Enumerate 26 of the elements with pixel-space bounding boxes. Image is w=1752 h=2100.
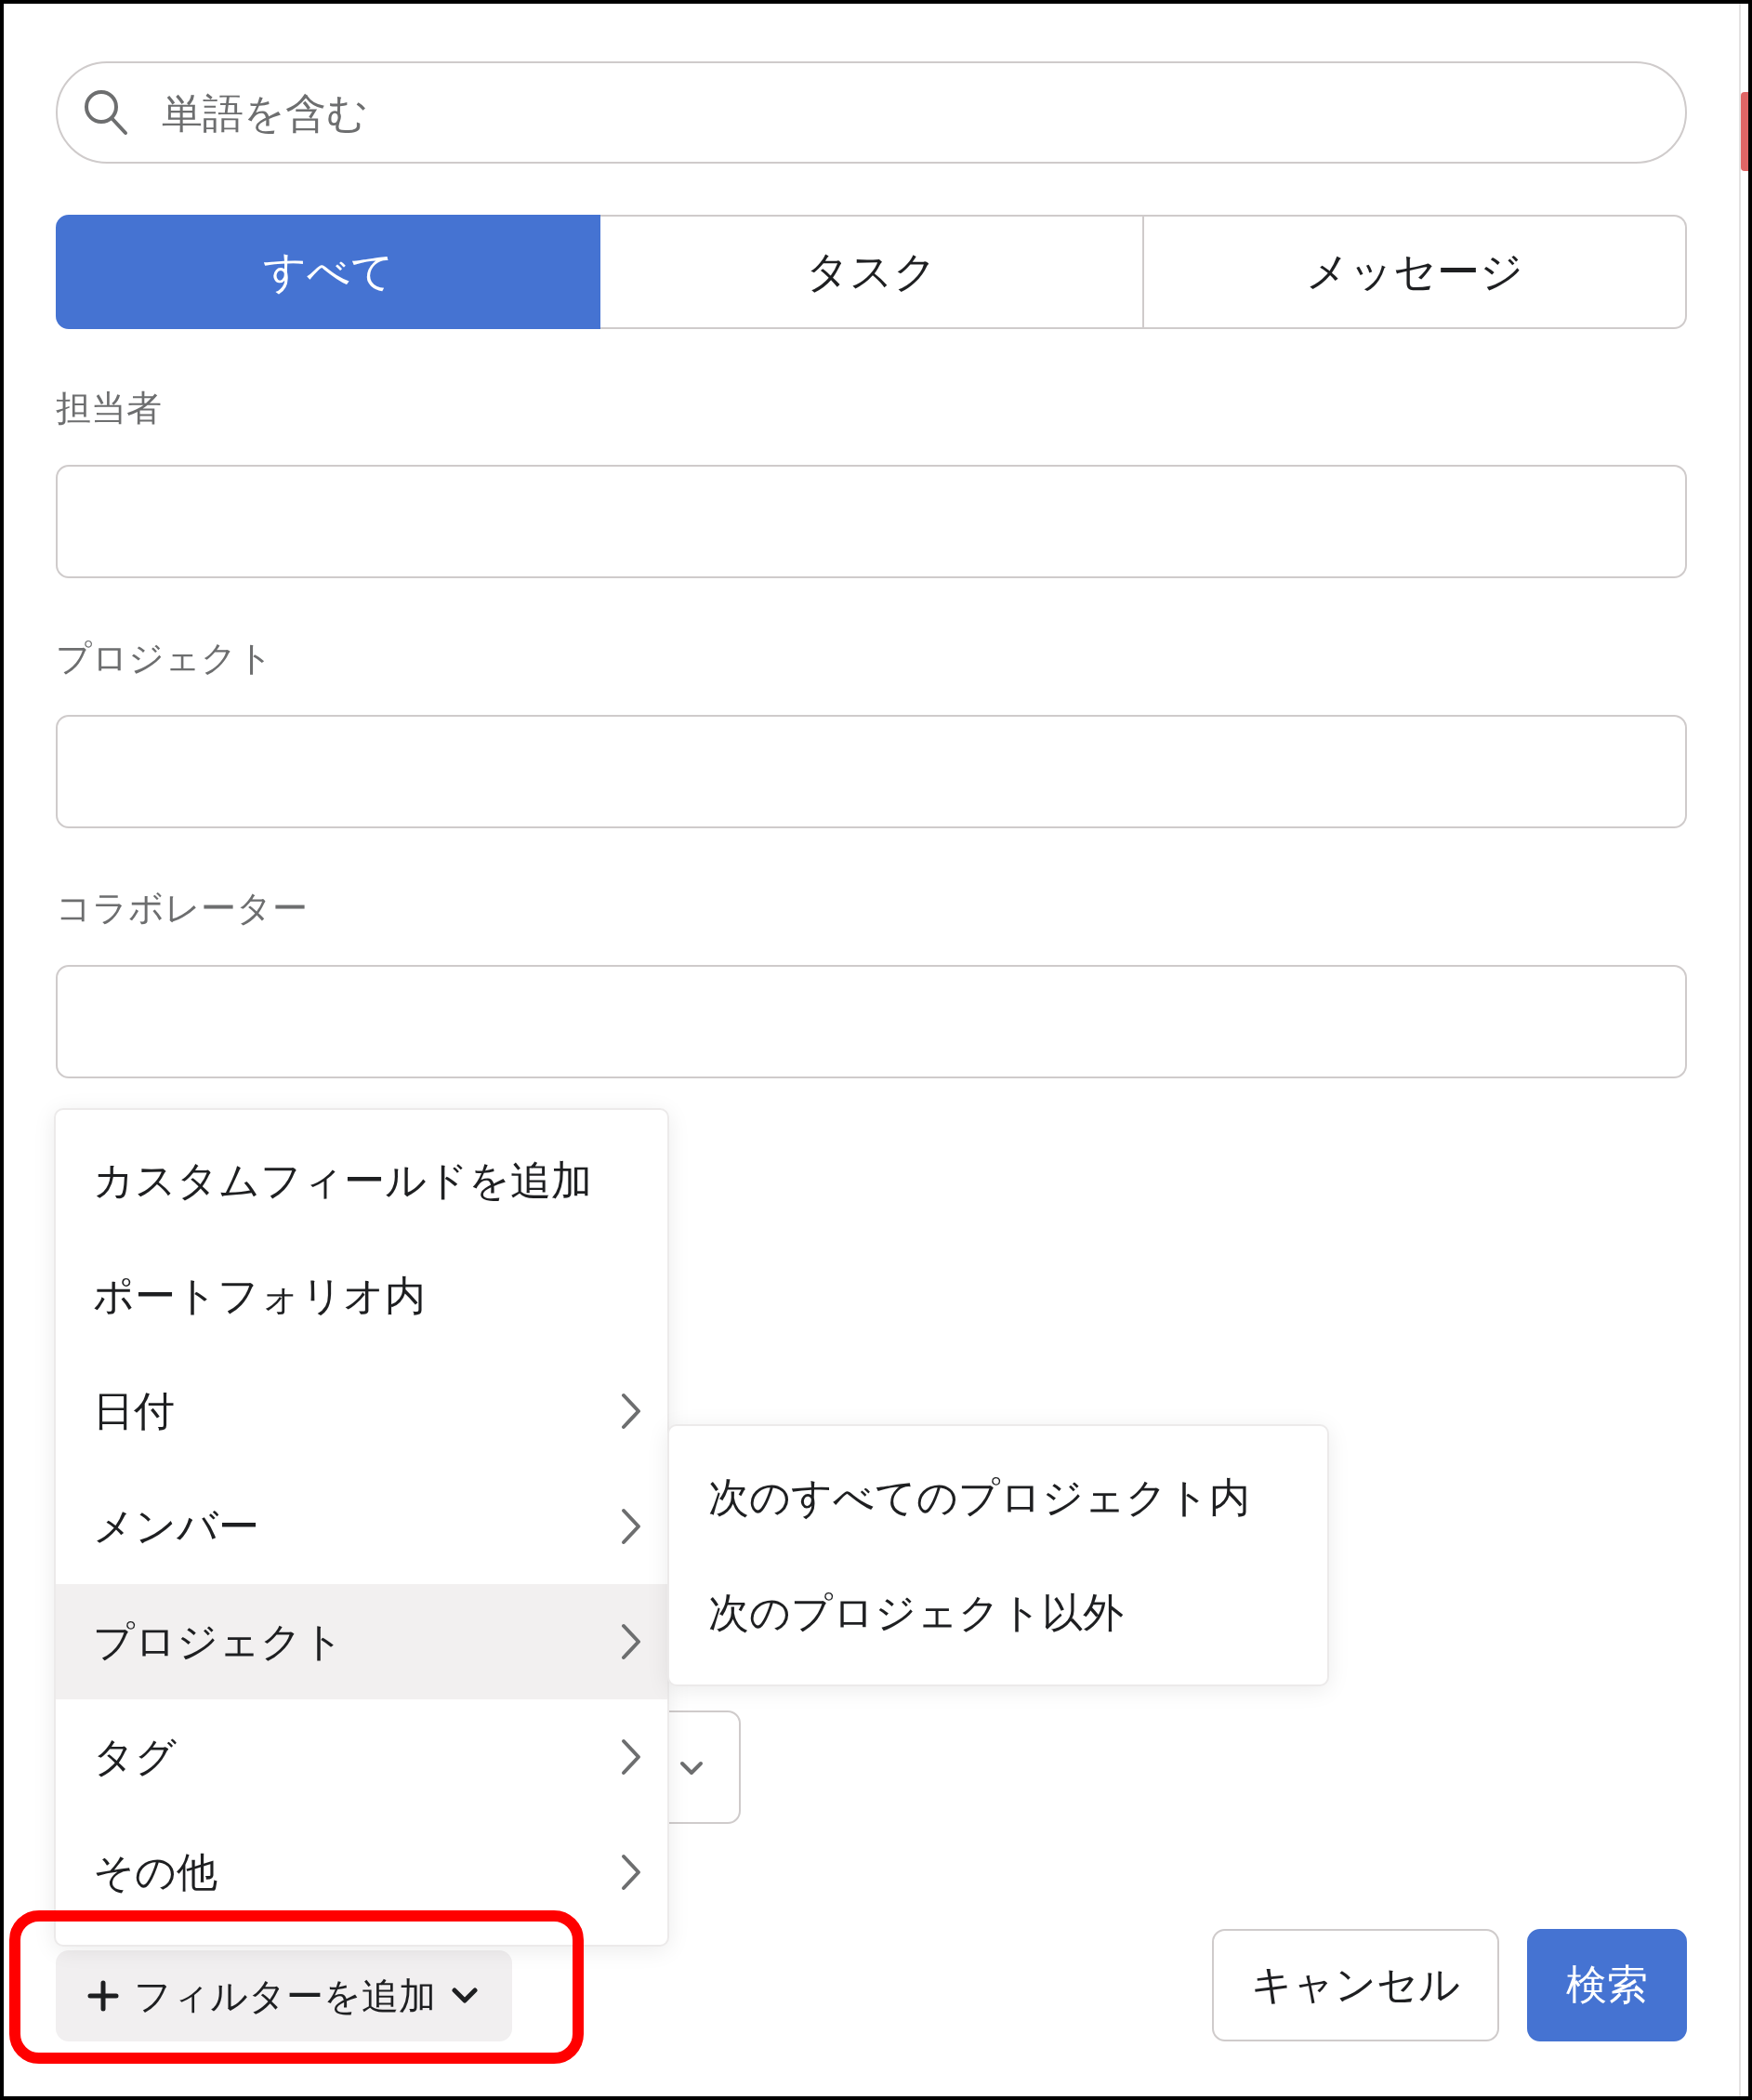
input-field[interactable] (56, 465, 1687, 578)
caret-icon (451, 1987, 479, 2005)
search-icon (84, 89, 128, 136)
menu-item[interactable]: その他 (56, 1815, 667, 1930)
search-button[interactable]: 検索 (1527, 1929, 1687, 2041)
menu-item[interactable]: 次のすべてのプロジェクト内 (669, 1440, 1327, 1555)
plus-icon (87, 1980, 119, 2012)
menu-item[interactable]: タグ (56, 1699, 667, 1815)
menu-item[interactable]: 次のプロジェクト以外 (669, 1555, 1327, 1671)
field-label: 担当者 (56, 387, 163, 430)
input-field[interactable] (56, 965, 1687, 1078)
field-label: コラボレーター (56, 887, 309, 931)
tab[interactable]: タスク (600, 215, 1144, 329)
tab[interactable]: メッセージ (1143, 215, 1687, 329)
menu-item[interactable]: カスタムフィールドを追加 (56, 1123, 667, 1238)
search-field[interactable]: 単語を含む (56, 61, 1687, 164)
menu-item[interactable]: プロジェクト (56, 1584, 667, 1699)
field-label: プロジェクト (56, 637, 274, 680)
menu-item[interactable]: ポートフォリオ内 (56, 1238, 667, 1354)
tab[interactable]: すべて (56, 215, 601, 329)
input-field[interactable] (56, 715, 1687, 828)
menu-item[interactable]: メンバー (56, 1469, 667, 1584)
caret-icon (679, 1761, 704, 1776)
add-filter-button[interactable]: フィルターを追加 (56, 1950, 512, 2041)
menu-item[interactable]: 日付 (56, 1354, 667, 1469)
cancel-button[interactable]: キャンセル (1212, 1929, 1499, 2041)
